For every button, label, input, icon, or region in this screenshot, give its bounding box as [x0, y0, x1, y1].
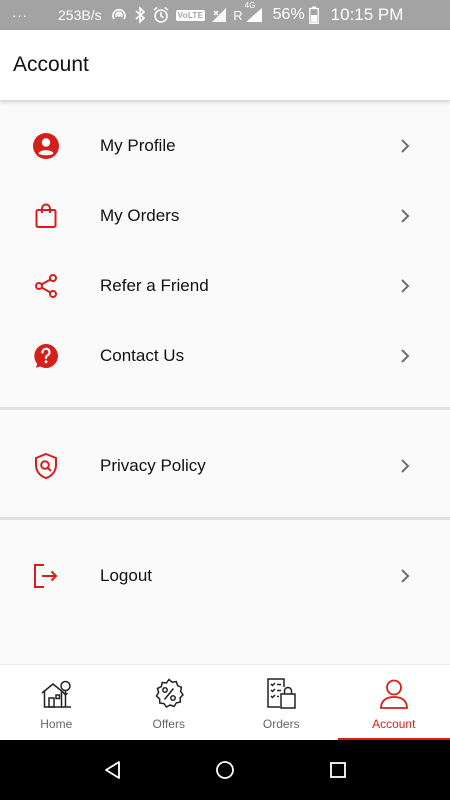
- app-bar: Account: [0, 30, 450, 100]
- nav-tab-account[interactable]: Account: [337, 665, 450, 741]
- nav-tab-orders[interactable]: Orders: [225, 665, 338, 741]
- home-button-icon[interactable]: [215, 760, 235, 780]
- chevron-right-icon: [398, 207, 412, 225]
- shopping-bag-icon: [32, 202, 60, 230]
- menu-item-my-orders[interactable]: My Orders: [0, 181, 450, 251]
- network-speed: 253B/s: [58, 7, 102, 23]
- menu-item-logout[interactable]: Logout: [0, 541, 450, 611]
- system-navigation-bar: [0, 740, 450, 800]
- volte-badge: VoLTE: [175, 9, 206, 21]
- status-bar: ··· 253B/s VoLTE R 4G 56% 10:15 PM: [0, 0, 450, 30]
- battery-percent: 56%: [272, 6, 305, 23]
- account-icon: [377, 677, 411, 711]
- hotspot-icon: [110, 6, 128, 24]
- logout-icon: [32, 562, 60, 590]
- nav-label: Offers: [152, 717, 185, 731]
- menu-item-my-profile[interactable]: My Profile: [0, 111, 450, 181]
- roaming-indicator: R: [233, 7, 243, 23]
- clock: 10:15 PM: [330, 5, 404, 24]
- help-icon: [32, 342, 60, 370]
- nav-label: Home: [40, 717, 73, 731]
- battery-icon: [308, 6, 319, 24]
- menu-item-label: My Profile: [100, 136, 176, 155]
- nav-label: Account: [372, 717, 416, 731]
- menu-item-label: Contact Us: [100, 346, 185, 365]
- offers-icon: [152, 677, 186, 711]
- orders-icon: [264, 677, 298, 711]
- menu-item-label: Privacy Policy: [100, 456, 206, 475]
- menu-item-label: My Orders: [100, 206, 180, 225]
- menu-item-privacy-policy[interactable]: Privacy Policy: [0, 431, 450, 501]
- signal-4g-icon: 4G: [245, 1, 263, 23]
- nav-tab-home[interactable]: Home: [0, 665, 113, 741]
- home-icon: [39, 677, 73, 711]
- chevron-right-icon: [398, 137, 412, 155]
- chevron-right-icon: [398, 457, 412, 475]
- shield-search-icon: [32, 452, 60, 480]
- profile-icon: [32, 132, 60, 160]
- menu-item-label: Refer a Friend: [100, 276, 209, 295]
- menu-item-refer-a-friend[interactable]: Refer a Friend: [0, 251, 450, 321]
- nav-tab-offers[interactable]: Offers: [113, 665, 226, 741]
- bottom-navigation: Home Offers Orders Account: [0, 664, 450, 741]
- chevron-right-icon: [398, 567, 412, 585]
- nav-label: Orders: [262, 717, 300, 731]
- chevron-right-icon: [398, 347, 412, 365]
- status-dots: ···: [12, 7, 28, 23]
- menu-item-contact-us[interactable]: Contact Us: [0, 321, 450, 391]
- section-divider: [0, 517, 450, 520]
- network-type: 4G: [244, 1, 256, 10]
- page-title: Account: [13, 53, 89, 76]
- back-icon[interactable]: [103, 760, 123, 780]
- bluetooth-icon: [134, 6, 146, 24]
- recents-icon[interactable]: [328, 760, 348, 780]
- share-icon: [32, 272, 60, 300]
- section-divider: [0, 407, 450, 410]
- menu-item-label: Logout: [100, 566, 152, 585]
- alarm-icon: [152, 6, 170, 24]
- account-menu: My Profile My Orders Refer a Friend Cont…: [0, 100, 450, 664]
- signal-no-data-icon: [211, 7, 227, 23]
- chevron-right-icon: [398, 277, 412, 295]
